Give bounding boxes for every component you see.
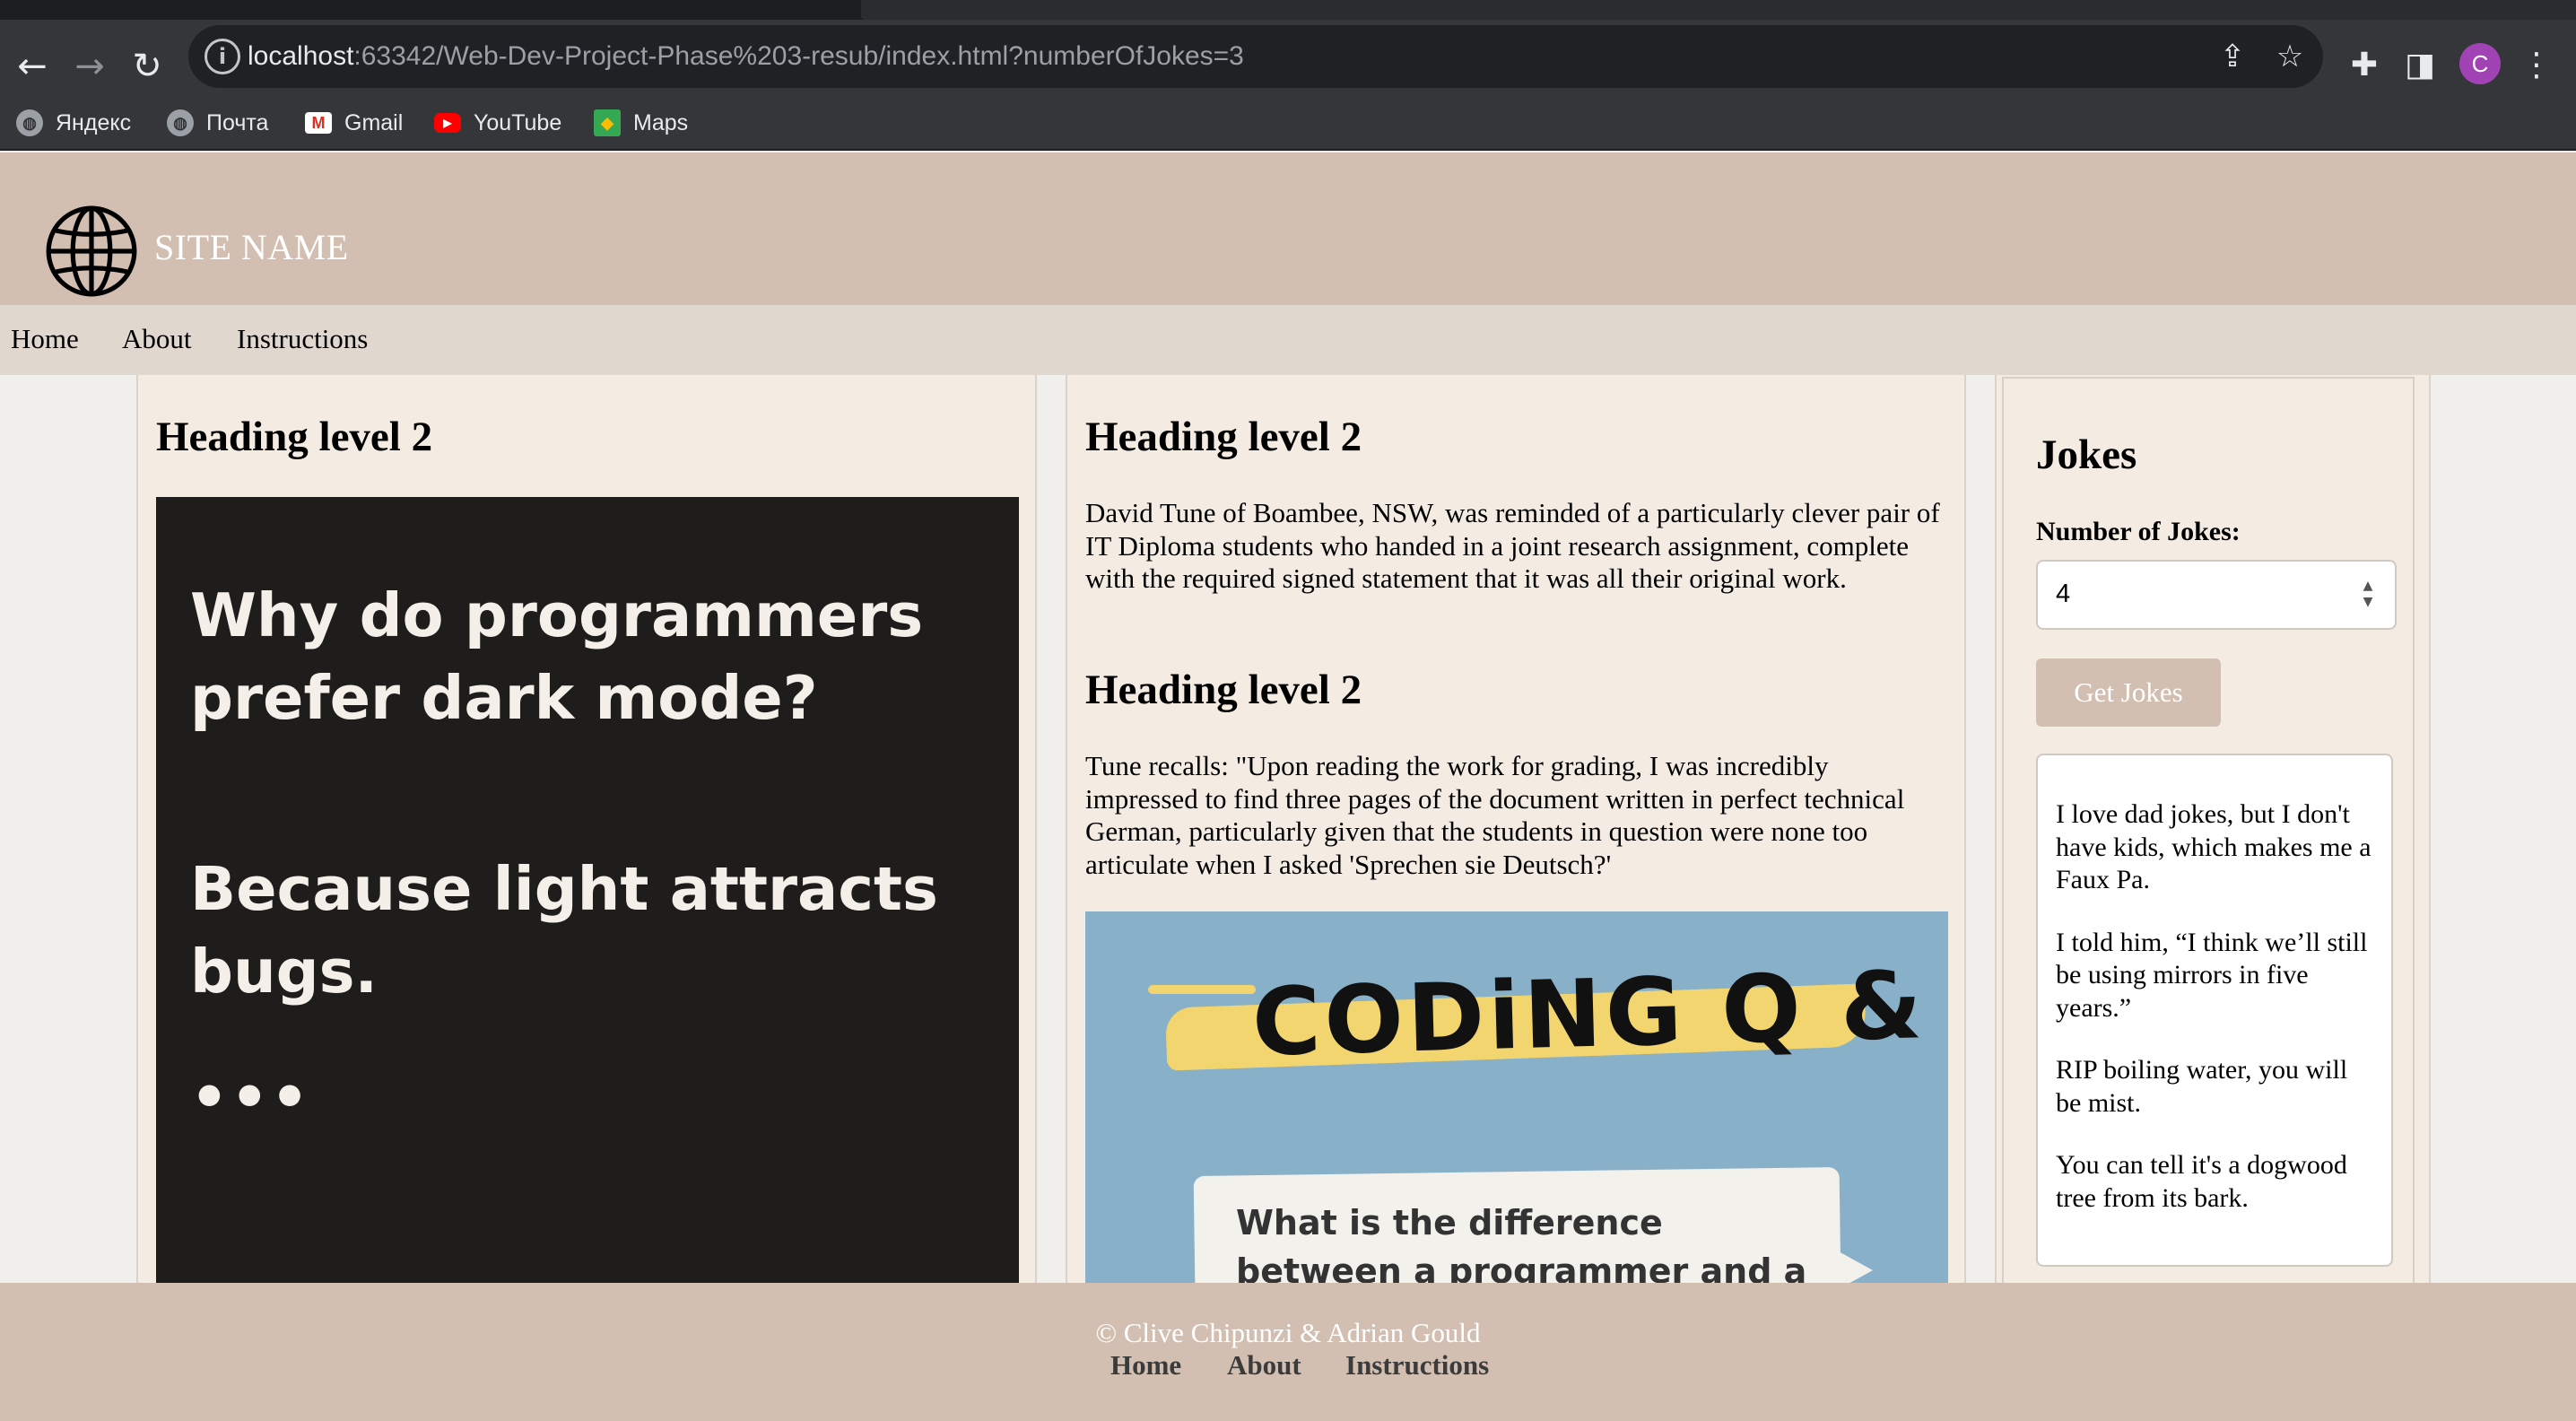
- tab-strip-edge: [861, 0, 2576, 20]
- nav-instructions[interactable]: Instructions: [237, 323, 368, 355]
- bookmark-maps[interactable]: ◆ Maps: [594, 104, 688, 142]
- coding-qa-image: CODiNG Q & A's What is the difference be…: [1085, 911, 1948, 1283]
- bookmark-label: Почта: [206, 109, 269, 135]
- globe-icon: ◍: [16, 109, 43, 136]
- meme-answer: Because light attracts bugs.: [190, 854, 938, 1007]
- maps-icon: ◆: [594, 109, 621, 136]
- globe-icon: [46, 205, 137, 297]
- nav-about[interactable]: About: [122, 323, 192, 355]
- speech-bubble-tip: [1837, 1251, 1873, 1283]
- content-column-1: Heading level 2 Why do programmers prefe…: [136, 375, 1037, 1283]
- nav-home[interactable]: Home: [11, 323, 79, 355]
- youtube-icon: ▶: [434, 113, 461, 133]
- url-path: :63342/Web-Dev-Project-Phase%203-resub/i…: [353, 41, 1244, 71]
- main-nav: Home About Instructions: [0, 305, 2576, 375]
- footer-nav-instructions[interactable]: Instructions: [1345, 1349, 1489, 1382]
- jokes-title: Jokes: [2036, 432, 2137, 478]
- speech-bubble-text: What is the difference between a program…: [1236, 1203, 1807, 1283]
- joke-item: I told him, “I think we’ll still be usin…: [2056, 927, 2368, 1023]
- footer-nav-about[interactable]: About: [1227, 1349, 1301, 1382]
- bookmark-label: YouTube: [474, 109, 562, 135]
- get-jokes-button[interactable]: Get Jokes: [2036, 658, 2221, 727]
- site-header: SITE NAME: [0, 153, 2576, 305]
- url-text[interactable]: localhost:63342/Web-Dev-Project-Phase%20…: [248, 25, 1244, 88]
- bookmarks-bar: ◍ Яндекс ◍ Почта M Gmail ▶ YouTube ◆ Maps: [0, 95, 2576, 151]
- stepper-arrows-icon[interactable]: ▲ ▼: [2357, 578, 2379, 614]
- menu-icon[interactable]: ⋮: [2510, 38, 2563, 92]
- joke-item: I love dad jokes, but I don't have kids,…: [2056, 799, 2371, 894]
- bookmark-label: Яндекс: [56, 109, 132, 135]
- column-2-heading-1: Heading level 2: [1085, 414, 1362, 460]
- copyright-text: © Clive Chipunzi & Adrian Gould: [1095, 1317, 1481, 1348]
- meme-ellipsis: •••: [190, 1062, 311, 1132]
- address-bar[interactable]: i localhost:63342/Web-Dev-Project-Phase%…: [188, 25, 2323, 88]
- back-icon[interactable]: ←: [7, 41, 57, 92]
- dark-mode-joke-image: Why do programmers prefer dark mode? Bec…: [156, 497, 1019, 1283]
- coding-qa-title: CODiNG Q & A's: [1250, 945, 1948, 1077]
- article-paragraph-1: David Tune of Boambee, NSW, was reminded…: [1085, 497, 1940, 594]
- bookmark-label: Maps: [633, 109, 689, 135]
- article-paragraph-2: Tune recalls: "Upon reading the work for…: [1085, 750, 1905, 880]
- site-name[interactable]: SITE NAME: [154, 226, 349, 268]
- reload-icon[interactable]: ↻: [122, 41, 172, 92]
- joke-item: RIP boiling water, you will be mist.: [2056, 1055, 2348, 1118]
- tab-strip: [0, 0, 2576, 20]
- footer-nav-home[interactable]: Home: [1110, 1349, 1181, 1382]
- meme-question: Why do programmers prefer dark mode?: [190, 580, 924, 733]
- profile-avatar[interactable]: C: [2459, 43, 2501, 84]
- brush-stroke: [1148, 985, 1256, 994]
- joke-item: You can tell it's a dogwood tree from it…: [2056, 1150, 2347, 1213]
- globe-icon: ◍: [167, 109, 194, 136]
- bookmark-label: Gmail: [344, 109, 404, 135]
- info-icon[interactable]: i: [205, 39, 240, 74]
- side-panel-icon[interactable]: ◨: [2393, 38, 2447, 92]
- extensions-icon[interactable]: ✚: [2337, 38, 2391, 92]
- number-of-jokes-value: 4: [2056, 580, 2071, 608]
- column-2-heading-2: Heading level 2: [1085, 667, 1362, 713]
- number-of-jokes-label: Number of Jokes:: [2036, 517, 2241, 546]
- gmail-icon: M: [305, 112, 332, 134]
- bookmark-gmail[interactable]: M Gmail: [305, 104, 403, 142]
- jokes-panel: Jokes Number of Jokes: 4 ▲ ▼ Get Jokes I …: [1995, 375, 2431, 1283]
- star-icon[interactable]: ☆: [2271, 38, 2309, 75]
- bookmark-yandex[interactable]: ◍ Яндекс: [16, 104, 131, 142]
- content-column-2: Heading level 2 David Tune of Boambee, N…: [1066, 375, 1966, 1283]
- bookmark-youtube[interactable]: ▶ YouTube: [434, 104, 561, 142]
- number-of-jokes-input[interactable]: 4 ▲ ▼: [2036, 560, 2397, 630]
- bookmark-pochta[interactable]: ◍ Почта: [167, 104, 268, 142]
- jokes-list: I love dad jokes, but I don't have kids,…: [2036, 754, 2393, 1267]
- forward-icon[interactable]: →: [65, 41, 115, 92]
- url-host: localhost: [248, 41, 354, 71]
- column-1-heading: Heading level 2: [156, 414, 433, 460]
- share-icon[interactable]: ⇪: [2214, 38, 2251, 75]
- site-footer: © Clive Chipunzi & Adrian Gould Home Abo…: [0, 1283, 2576, 1421]
